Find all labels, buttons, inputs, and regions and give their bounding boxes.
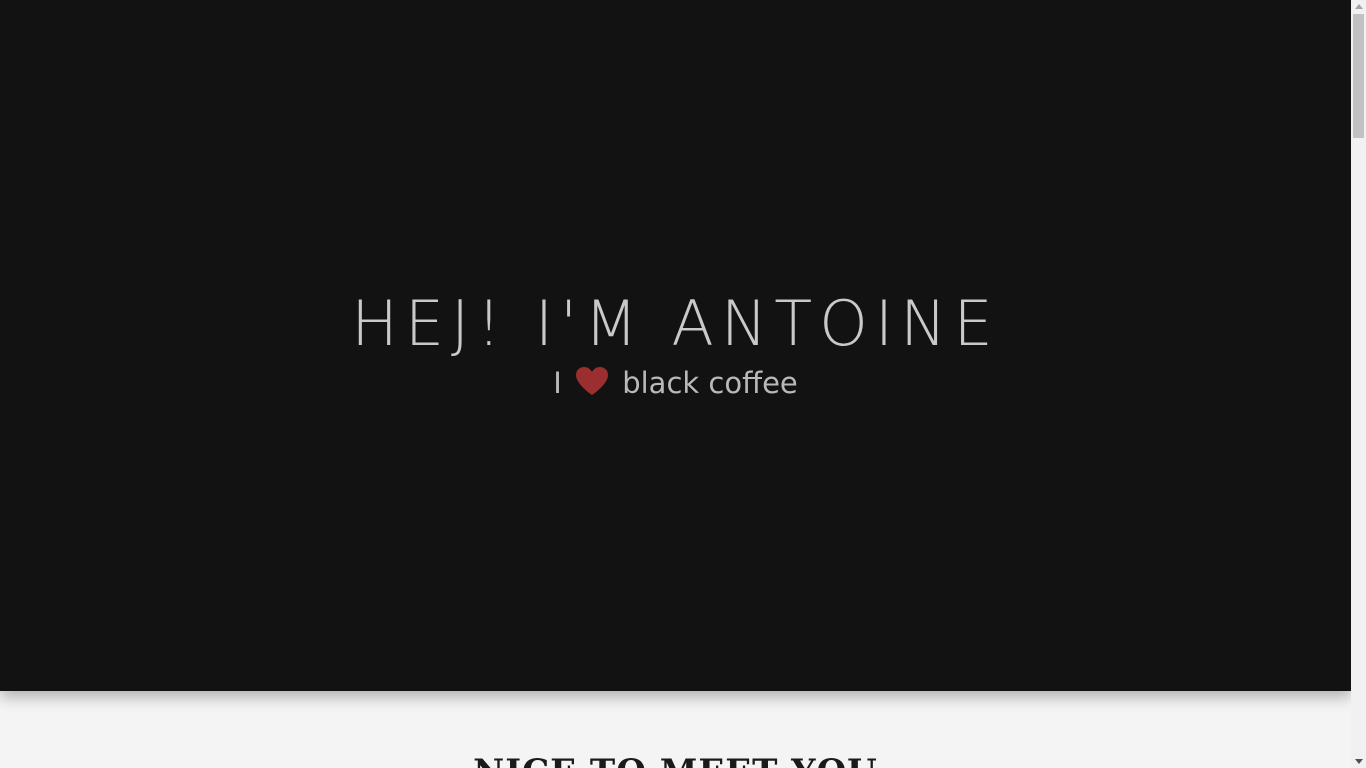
hero-section: HEJ! I'M ANTOINE I black coffee: [0, 0, 1351, 691]
about-section-title: NICE TO MEET YOU: [0, 752, 1351, 768]
scrollbar-thumb[interactable]: [1353, 14, 1364, 138]
tagline-prefix: I: [553, 366, 562, 400]
vertical-scrollbar[interactable]: [1351, 0, 1366, 768]
heart-icon: [576, 367, 608, 395]
hero-title: HEJ! I'M ANTOINE: [351, 287, 1000, 360]
tagline-suffix: black coffee: [622, 366, 798, 400]
page: HEJ! I'M ANTOINE I black coffee NICE TO …: [0, 0, 1351, 768]
tagline: I black coffee: [0, 363, 1351, 403]
scroll-down-arrow-icon[interactable]: [1355, 759, 1363, 764]
scroll-up-arrow-icon[interactable]: [1355, 4, 1363, 9]
